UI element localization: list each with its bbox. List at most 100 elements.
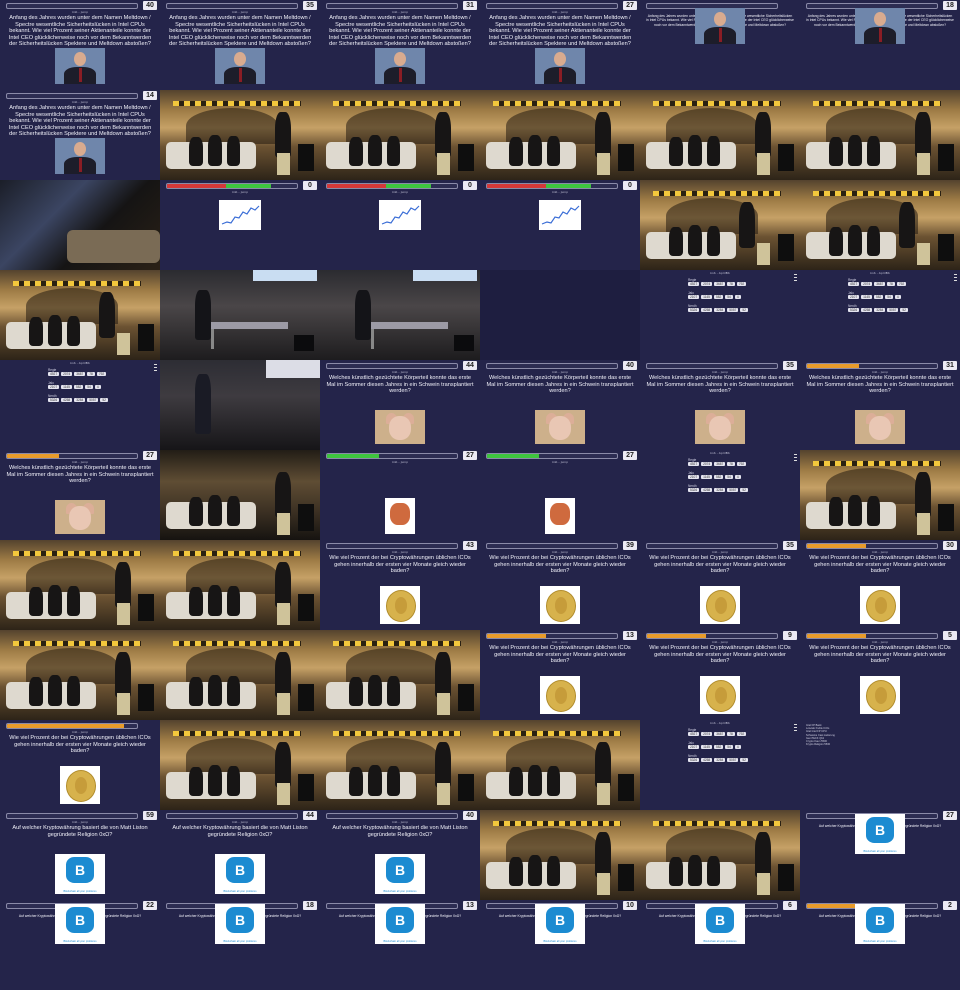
scoreboard-thumbnail[interactable]: tmb - AprilBb Regie 4927 2074 3687 78 792 Jalo 2… bbox=[640, 450, 800, 540]
quiz-slide-thumbnail[interactable]: 40 tmb - jump Anfang des Jahres wurden unt… bbox=[0, 0, 160, 90]
stage-photo-thumbnail[interactable] bbox=[320, 90, 480, 180]
question-text: Wie viel Prozent der bei Cryptowährungen… bbox=[649, 555, 791, 575]
score-value: 1145 bbox=[701, 295, 712, 299]
answer-image-thumbnail[interactable]: 27 tmb - jump bbox=[320, 450, 480, 540]
person-silhouette bbox=[368, 675, 383, 706]
stage-photo-thumbnail[interactable] bbox=[480, 720, 640, 810]
quiz-slide-thumbnail[interactable]: 27 tmb - jump Anfang des Jahres wurden unt… bbox=[480, 0, 640, 90]
pig-image bbox=[535, 410, 585, 444]
stage-photo-thumbnail[interactable] bbox=[0, 270, 160, 360]
quiz-slide-thumbnail[interactable]: 44 tmb - jump Welches künstlich gezüchtete… bbox=[320, 360, 480, 450]
quiz-slide-thumbnail[interactable]: 10tmb - jumpAuf welcher Kryptowährung ba… bbox=[480, 900, 640, 990]
logo-caption: Blockchain all your problems bbox=[63, 890, 97, 893]
quiz-slide-thumbnail[interactable]: 40 tmb - jump Auf welcher Kryptowährung ba… bbox=[320, 810, 480, 900]
quiz-slide-thumbnail[interactable]: 35 tmb - jump Wie viel Prozent der bei Cry… bbox=[640, 540, 800, 630]
stage-photo-thumbnail[interactable] bbox=[0, 540, 160, 630]
answer-image-thumbnail[interactable]: 27 tmb - jump bbox=[480, 450, 640, 540]
speaker-box bbox=[137, 594, 154, 621]
quiz-slide-thumbnail[interactable]: tmb - jump Wie viel Prozent der bei Crypt… bbox=[0, 720, 160, 810]
quiz-slide-thumbnail[interactable]: 39 tmb - jump Wie viel Prozent der bei Cry… bbox=[480, 540, 640, 630]
menu-dots-icon[interactable] bbox=[794, 724, 797, 732]
person-silhouette bbox=[435, 741, 452, 789]
quiz-slide-thumbnail[interactable]: 18tmb - jumpAuf welcher Kryptowährung ba… bbox=[160, 900, 320, 990]
stage-photo-thumbnail[interactable] bbox=[480, 90, 640, 180]
quiz-slide-thumbnail[interactable]: 59 tmb - jump Auf welcher Kryptowährung ba… bbox=[0, 810, 160, 900]
menu-dots-icon[interactable] bbox=[794, 454, 797, 462]
logo-caption: Blockchain all your problems bbox=[223, 940, 257, 943]
quiz-slide-thumbnail[interactable]: 30 tmb - jump Wie viel Prozent der bei Cry… bbox=[800, 540, 960, 630]
person-silhouette bbox=[848, 495, 863, 526]
question-text: Wie viel Prozent der bei Cryptowährungen… bbox=[489, 555, 631, 575]
quiz-url: tmb - jump bbox=[391, 190, 409, 194]
scoreboard-thumbnail[interactable]: tmb - AprilBb Regie 4927 2074 3687 78 792 Jalo 2… bbox=[640, 270, 800, 360]
score-value: 78 bbox=[887, 282, 895, 286]
stage-photo-thumbnail[interactable] bbox=[800, 180, 960, 270]
scoreboard-thumbnail[interactable]: tmb - AprilBb Regie 4927 2074 3687 78 792 Jalo 2… bbox=[800, 270, 960, 360]
quiz-slide-thumbnail[interactable]: 18tmb - jumpAnfang des Jahres wurden unt… bbox=[800, 0, 960, 90]
countdown-badge: 14 bbox=[143, 91, 157, 100]
person-silhouette bbox=[508, 856, 524, 886]
quiz-slide-thumbnail[interactable]: 13 tmb - jump Wie viel Prozent der bei Cry… bbox=[480, 630, 640, 720]
quiz-slide-thumbnail[interactable]: 9 tmb - jump Wie viel Prozent der bei Cryp… bbox=[640, 630, 800, 720]
answer-chart-thumbnail[interactable]: 0 tmb - jump bbox=[160, 180, 320, 270]
quiz-url: tmb - jump bbox=[551, 640, 569, 644]
progress-fill bbox=[647, 634, 706, 638]
ceo-portrait-image bbox=[855, 8, 905, 44]
hall-photo-thumbnail[interactable] bbox=[320, 270, 480, 360]
result-url: tmb - AprilBb bbox=[710, 271, 730, 275]
hall-photo-thumbnail[interactable] bbox=[160, 270, 320, 360]
quiz-slide-thumbnail[interactable]: 13tmb - jumpAuf welcher Kryptowährung ba… bbox=[320, 900, 480, 990]
quiz-slide-thumbnail[interactable]: 35 tmb - jump Welches künstlich gezüchtete… bbox=[640, 360, 800, 450]
quiz-slide-thumbnail[interactable]: 40 tmb - jump Welches künstlich gezüchtete… bbox=[480, 360, 640, 450]
stage-photo-thumbnail[interactable] bbox=[160, 630, 320, 720]
quiz-slide-thumbnail[interactable]: 6tmb - jumpAuf welcher Kryptowährung bas… bbox=[640, 900, 800, 990]
menu-dots-icon[interactable] bbox=[154, 364, 157, 372]
answer-chart-thumbnail[interactable]: 0 tmb - jump bbox=[480, 180, 640, 270]
quiz-slide-thumbnail[interactable]: 22tmb - jumpAuf welcher Kryptowährung ba… bbox=[0, 900, 160, 990]
stage-photo-thumbnail[interactable] bbox=[160, 540, 320, 630]
stage-photo-thumbnail[interactable] bbox=[160, 90, 320, 180]
quiz-slide-thumbnail[interactable]: 27 tmb - jump Welches künstlich gezüchtete… bbox=[0, 450, 160, 540]
quiz-slide-thumbnail[interactable]: 2tmb - jumpAuf welcher Kryptowährung bas… bbox=[800, 900, 960, 990]
stage-photo-thumbnail[interactable] bbox=[320, 630, 480, 720]
speaker-box bbox=[457, 684, 474, 711]
quiz-slide-thumbnail[interactable]: 44 tmb - jump Auf welcher Kryptowährung ba… bbox=[160, 810, 320, 900]
quiz-slide-thumbnail[interactable]: 43 tmb - jump Wie viel Prozent der bei Cry… bbox=[320, 540, 480, 630]
stage-photo-thumbnail[interactable] bbox=[800, 450, 960, 540]
stage-photo-thumbnail[interactable] bbox=[0, 630, 160, 720]
dogecoin-image bbox=[380, 586, 420, 624]
quiz-slide-thumbnail[interactable]: 31 tmb - jump Welches künstlich gezüchtete… bbox=[800, 360, 960, 450]
score-value: 792 bbox=[896, 282, 907, 286]
progress-fill bbox=[7, 454, 59, 458]
menu-dots-icon[interactable] bbox=[954, 274, 957, 282]
stage-photo-thumbnail[interactable] bbox=[160, 720, 320, 810]
quiz-url: tmb - jump bbox=[711, 550, 729, 554]
countdown-badge: 40 bbox=[463, 811, 477, 820]
scoreboard-thumbnail[interactable]: tmb - AprilBb Regie 4927 2074 3687 78 792 Jalo 2… bbox=[640, 720, 800, 810]
quiz-slide-thumbnail[interactable]: 35 tmb - jump Anfang des Jahres wurden unt… bbox=[160, 0, 320, 90]
quiz-slide-thumbnail[interactable]: 5 tmb - jump Wie viel Prozent der bei Cryp… bbox=[800, 630, 960, 720]
dogecoin-image bbox=[700, 676, 740, 714]
quiz-slide-thumbnail[interactable]: 31 tmb - jump Anfang des Jahres wurden unt… bbox=[320, 0, 480, 90]
stage-photo-thumbnail[interactable] bbox=[800, 90, 960, 180]
dogecoin-image bbox=[700, 586, 740, 624]
countdown-badge: 39 bbox=[623, 541, 637, 550]
quiz-slide-thumbnail[interactable]: 27tmb - jumpAuf welcher Kryptowährung ba… bbox=[800, 810, 960, 900]
projector-photo-thumbnail[interactable] bbox=[0, 180, 160, 270]
quiz-slide-thumbnail[interactable]: 14 tmb - jump Anfang des Jahres wurden unt… bbox=[0, 90, 160, 180]
stage-photo-thumbnail[interactable] bbox=[160, 450, 320, 540]
stage-photo-thumbnail[interactable] bbox=[320, 720, 480, 810]
score-value: 54 bbox=[85, 385, 93, 389]
stage-photo-thumbnail[interactable] bbox=[640, 810, 800, 900]
stage-photo-thumbnail[interactable] bbox=[640, 180, 800, 270]
progress-bar bbox=[6, 93, 138, 99]
stage-photo-thumbnail[interactable] bbox=[480, 810, 640, 900]
quiz-slide-thumbnail[interactable]: tmb - jumpAnfang des Jahres wurden unter… bbox=[640, 0, 800, 90]
question-text: Wie viel Prozent der bei Cryptowährungen… bbox=[809, 645, 951, 665]
answer-chart-thumbnail[interactable]: 0 tmb - jump bbox=[320, 180, 480, 270]
menu-dots-icon[interactable] bbox=[794, 274, 797, 282]
hall-photo-thumbnail[interactable] bbox=[160, 360, 320, 450]
stage-photo-thumbnail[interactable] bbox=[640, 90, 800, 180]
scoreboard-thumbnail[interactable]: tmb - AprilBb Regie 4927 2074 3687 78 792 Jalo 2… bbox=[0, 360, 160, 450]
results-list-thumbnail[interactable]: Intel FP Bank Lowcalc Kuhle ICOs Intel Int… bbox=[800, 720, 960, 810]
